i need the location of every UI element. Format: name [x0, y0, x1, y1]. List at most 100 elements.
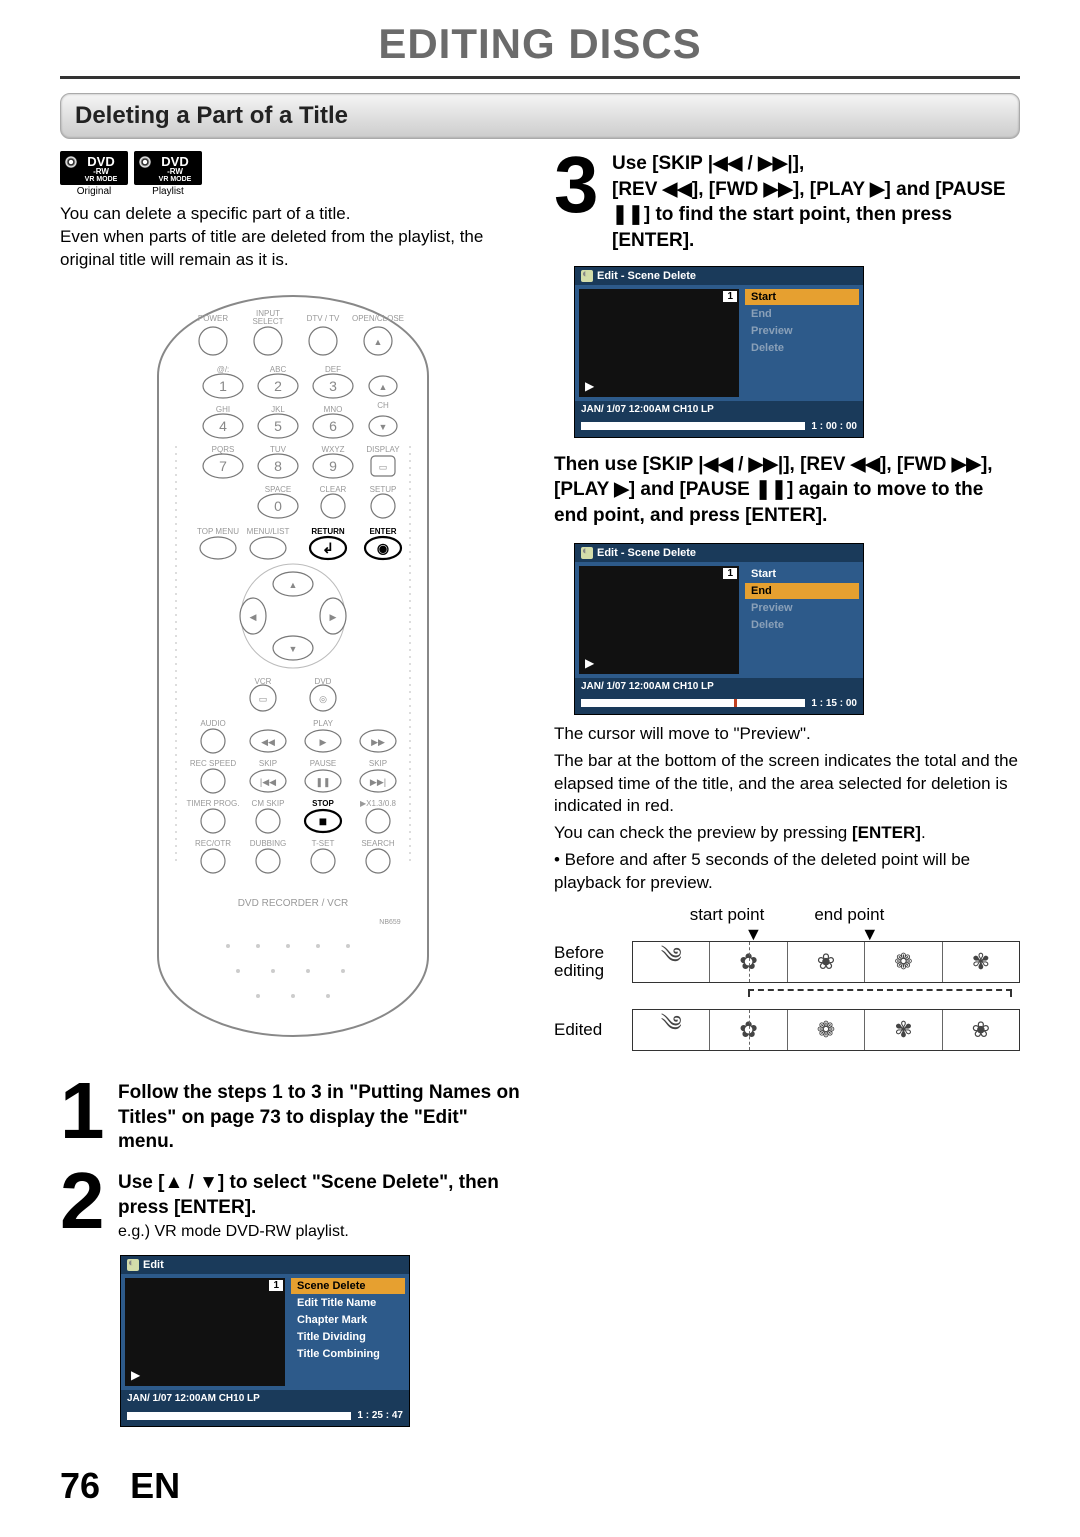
editing-diagram: start point end point ▼ ▼ Before editing…: [554, 905, 1020, 1051]
opt-start: Start: [745, 289, 859, 305]
svg-text:▲: ▲: [289, 580, 298, 590]
opt-delete: Delete: [745, 340, 859, 356]
intro-text: You can delete a specific part of a titl…: [60, 203, 526, 272]
step-2-number: 2: [60, 1167, 108, 1243]
svg-text:◎: ◎: [319, 694, 327, 704]
svg-text:TOP MENU: TOP MENU: [197, 527, 239, 536]
right-column: 3 Use [SKIP |◀◀ / ▶▶|], [REV ◀◀], [FWD ▶…: [554, 151, 1020, 1435]
step-1: 1 Follow the steps 1 to 3 in "Putting Na…: [60, 1077, 526, 1155]
after-text-2: The bar at the bottom of the screen indi…: [554, 750, 1020, 819]
svg-text:4: 4: [219, 418, 227, 434]
osd-preview: 1 ▶: [579, 566, 739, 674]
svg-text:MENU/LIST: MENU/LIST: [247, 527, 290, 536]
dvd-badge-playlist: DVD -RW VR MODE: [134, 151, 202, 185]
svg-text:SEARCH: SEARCH: [361, 839, 395, 848]
play-icon: ▶: [585, 379, 594, 393]
svg-text:TIMER PROG.: TIMER PROG.: [187, 799, 240, 808]
svg-text:NB659: NB659: [379, 919, 401, 926]
svg-text:❚❚: ❚❚: [315, 777, 330, 788]
svg-text:CLEAR: CLEAR: [320, 485, 347, 494]
svg-text:◉: ◉: [377, 540, 389, 556]
svg-text:PLAY: PLAY: [313, 719, 334, 728]
osd-progress-bar: [127, 1412, 351, 1420]
svg-text:▶▶|: ▶▶|: [370, 777, 386, 787]
step-3-mid: Then use [SKIP |◀◀ / ▶▶|], [REV ◀◀], [FW…: [554, 452, 1020, 529]
step-2-subtext: e.g.) VR mode DVD-RW playlist.: [118, 1222, 526, 1243]
svg-text:8: 8: [274, 458, 282, 474]
step-2-text: Use [▲ / ▼] to select "Scene Delete", th…: [118, 1167, 526, 1243]
opt-end: End: [745, 306, 859, 322]
step-2: 2 Use [▲ / ▼] to select "Scene Delete", …: [60, 1167, 526, 1243]
badge-sub-original: Original: [60, 186, 128, 197]
opt-scene-delete: Scene Delete: [291, 1278, 405, 1294]
after-text-1: The cursor will move to "Preview".: [554, 723, 1020, 746]
svg-text:▶: ▶: [320, 737, 327, 747]
osd-time: 1 : 15 : 00: [811, 698, 857, 709]
page-footer: 76 EN: [60, 1465, 1020, 1507]
svg-text:@/:: @/:: [217, 365, 230, 374]
svg-text:SKIP: SKIP: [259, 759, 277, 768]
svg-text:T-SET: T-SET: [312, 839, 335, 848]
svg-text:▼: ▼: [289, 644, 298, 654]
svg-text:OPEN/CLOSE: OPEN/CLOSE: [352, 314, 404, 323]
osd-info: JAN/ 1/07 12:00AM CH10 LP: [121, 1390, 409, 1407]
svg-text:▭: ▭: [259, 694, 268, 704]
opt-preview: Preview: [745, 600, 859, 616]
svg-text:7: 7: [219, 458, 227, 474]
svg-text:MNO: MNO: [324, 405, 343, 414]
dvd-badge-original: DVD -RW VR MODE: [60, 151, 128, 185]
osd-time: 1 : 00 : 00: [811, 421, 857, 432]
badge-sub-playlist: Playlist: [134, 186, 202, 197]
opt-end: End: [745, 583, 859, 599]
left-column: DVD -RW VR MODE Original DVD -RW VR MODE…: [60, 151, 526, 1435]
svg-text:ENTER: ENTER: [369, 527, 396, 536]
osd-progress-bar: [581, 422, 805, 430]
svg-text:GHI: GHI: [216, 405, 230, 414]
step-3-number: 3: [554, 151, 602, 254]
svg-text:AUDIO: AUDIO: [200, 719, 225, 728]
svg-text:CH: CH: [377, 401, 389, 410]
opt-chapter-mark: Chapter Mark: [291, 1312, 405, 1328]
osd-info: JAN/ 1/07 12:00AM CH10 LP: [575, 678, 863, 695]
osd-scene-delete-start: Edit - Scene Delete 1 ▶ Start End Previe…: [574, 266, 864, 438]
svg-text:▲: ▲: [379, 382, 388, 392]
remote-illustration: .btn-o{fill:#fff;stroke:#777;stroke-widt…: [60, 286, 526, 1051]
edited-label: Edited: [554, 1021, 632, 1040]
svg-text:|◀◀: |◀◀: [260, 777, 276, 787]
svg-text:DVD RECORDER / VCR: DVD RECORDER / VCR: [238, 898, 349, 909]
page-number: 76: [60, 1465, 100, 1506]
svg-text:DTV / TV: DTV / TV: [307, 314, 340, 323]
step-3: 3 Use [SKIP |◀◀ / ▶▶|], [REV ◀◀], [FWD ▶…: [554, 151, 1020, 254]
osd-scene-delete-end: Edit - Scene Delete 1 ▶ Start End Previe…: [574, 543, 864, 715]
svg-text:▼: ▼: [379, 422, 388, 432]
svg-text:ABC: ABC: [270, 365, 287, 374]
svg-text:JKL: JKL: [271, 405, 285, 414]
svg-text:STOP: STOP: [312, 799, 334, 808]
svg-text:9: 9: [329, 458, 337, 474]
disc-icon: [127, 1259, 139, 1271]
svg-text:REC/OTR: REC/OTR: [195, 839, 231, 848]
osd-progress-bar: [581, 699, 805, 707]
svg-text:3: 3: [329, 378, 337, 394]
svg-text:▲: ▲: [374, 337, 383, 347]
svg-text:6: 6: [329, 418, 337, 434]
svg-text:TUV: TUV: [270, 445, 287, 454]
svg-text:DEF: DEF: [325, 365, 341, 374]
play-icon: ▶: [585, 656, 594, 670]
svg-text:▶▶: ▶▶: [371, 737, 385, 747]
opt-preview: Preview: [745, 323, 859, 339]
end-point-label: end point: [814, 905, 884, 925]
svg-text:RETURN: RETURN: [311, 527, 345, 536]
osd-preview: 1 ▶: [579, 289, 739, 397]
svg-text:SPACE: SPACE: [265, 485, 292, 494]
step-3-text: Use [SKIP |◀◀ / ▶▶|], [REV ◀◀], [FWD ▶▶]…: [612, 151, 1020, 254]
osd-time: 1 : 25 : 47: [357, 1410, 403, 1421]
svg-text:2: 2: [274, 378, 282, 394]
before-editing-label: Before editing: [554, 944, 632, 981]
after-text-3: You can check the preview by pressing [E…: [554, 822, 1020, 845]
opt-start: Start: [745, 566, 859, 582]
svg-text:1: 1: [219, 378, 227, 394]
opt-title-dividing: Title Dividing: [291, 1329, 405, 1345]
osd-options: Scene Delete Edit Title Name Chapter Mar…: [289, 1274, 409, 1390]
page-title: EDITING DISCS: [60, 20, 1020, 79]
